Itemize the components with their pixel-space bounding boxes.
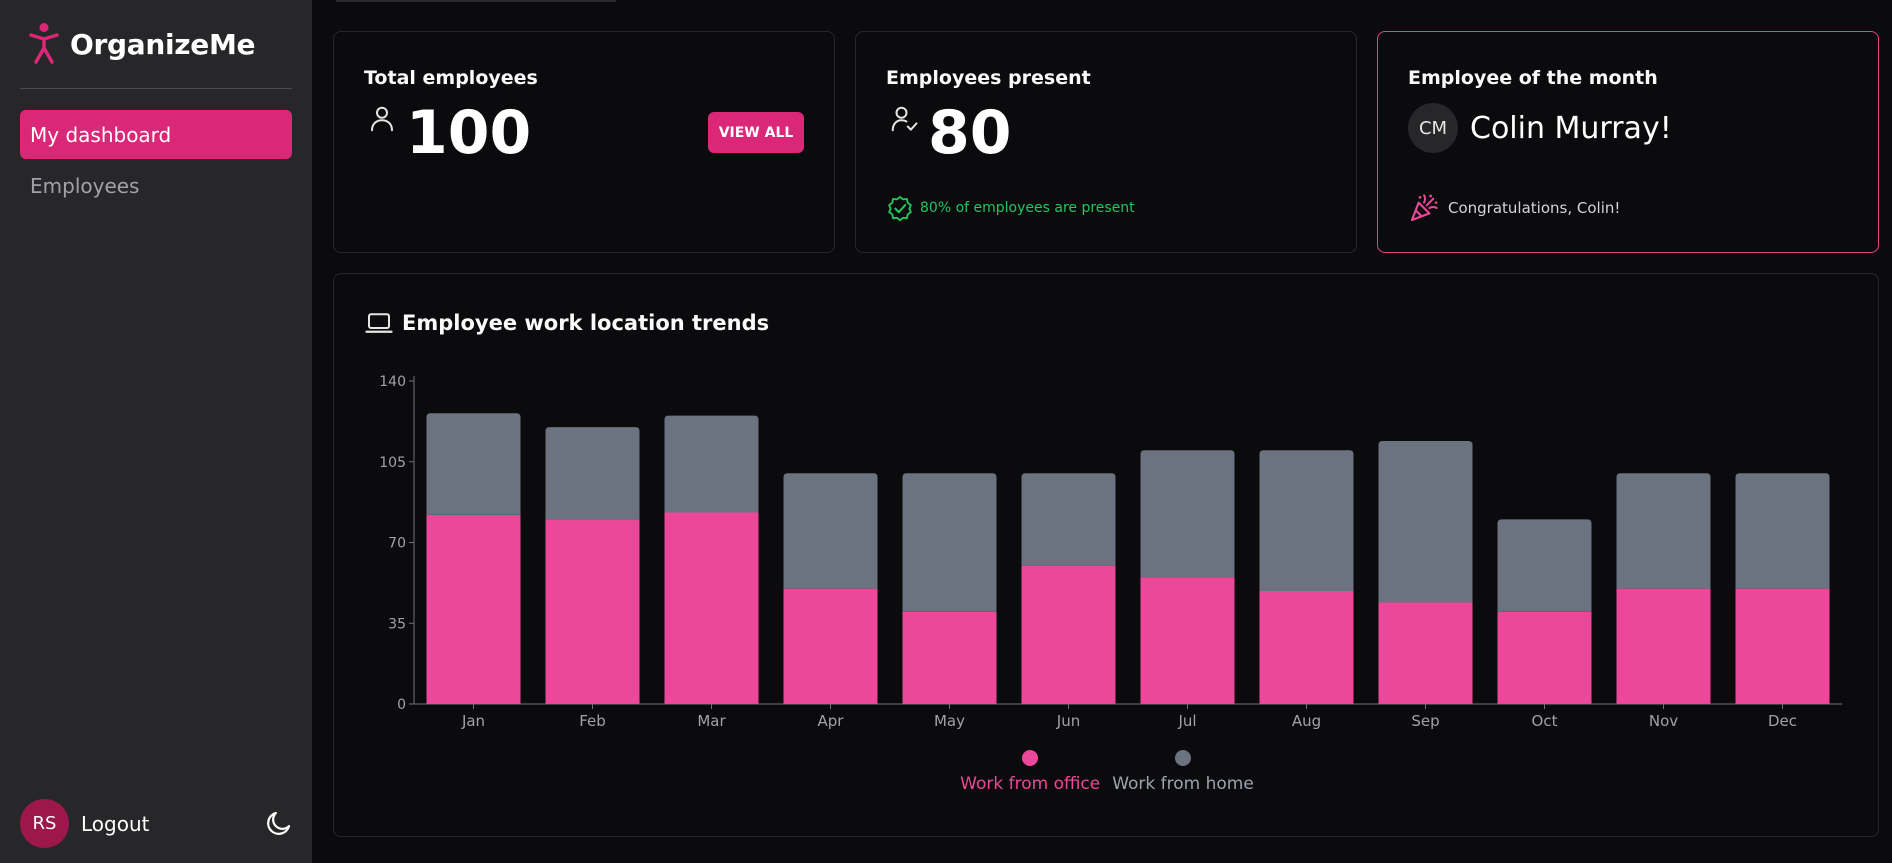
accessibility-logo-icon bbox=[29, 23, 59, 64]
bar-work-from-office-oct[interactable] bbox=[1497, 611, 1592, 704]
bar-work-from-home-feb[interactable] bbox=[545, 427, 640, 520]
bar-work-from-home-nov[interactable] bbox=[1616, 473, 1711, 589]
bar-work-from-home-mar[interactable] bbox=[664, 415, 759, 513]
bar-work-from-office-may[interactable] bbox=[902, 611, 997, 704]
legend-item-work-from-home[interactable]: Work from home bbox=[1112, 750, 1254, 794]
x-tick-label: Oct bbox=[1532, 712, 1558, 730]
sidebar-item-employees[interactable]: Employees bbox=[20, 161, 292, 210]
card-title: Total employees bbox=[364, 67, 538, 89]
congratulations-message: Congratulations, Colin! bbox=[1448, 199, 1621, 217]
total-employees-card: Total employees 100 VIEW ALL bbox=[333, 31, 835, 253]
bar-work-from-home-apr[interactable] bbox=[783, 473, 878, 589]
sidebar-divider bbox=[20, 88, 292, 89]
y-tick-label: 140 bbox=[379, 374, 406, 390]
work-location-chart-panel: Employee work location trends 0 35 70 105 14… bbox=[333, 273, 1879, 837]
brand[interactable]: OrganizeMe bbox=[28, 22, 256, 66]
bar-work-from-home-dec[interactable] bbox=[1735, 473, 1830, 589]
bar-work-from-home-jan[interactable] bbox=[426, 413, 521, 515]
x-tick-label: Jul bbox=[1177, 712, 1196, 730]
legend-item-work-from-office[interactable]: Work from office bbox=[960, 750, 1100, 794]
y-tick-label: 105 bbox=[379, 455, 406, 471]
view-all-button[interactable]: VIEW ALL bbox=[708, 112, 804, 153]
bar-work-from-office-sep[interactable] bbox=[1378, 602, 1473, 704]
congratulations-row: Congratulations, Colin! bbox=[1408, 192, 1620, 224]
legend-label: Work from home bbox=[1112, 774, 1254, 794]
card-title: Employee of the month bbox=[1408, 67, 1658, 89]
bar-work-from-office-mar[interactable] bbox=[664, 512, 759, 704]
card-title: Employees present bbox=[886, 67, 1091, 89]
x-tick-label: Nov bbox=[1649, 712, 1678, 730]
bar-work-from-home-jul[interactable] bbox=[1140, 450, 1235, 578]
bar-work-from-home-may[interactable] bbox=[902, 473, 997, 612]
bar-work-from-office-jun[interactable] bbox=[1021, 565, 1116, 704]
y-tick-label: 70 bbox=[388, 536, 406, 552]
bar-work-from-home-oct[interactable] bbox=[1497, 519, 1592, 612]
bar-work-from-office-apr[interactable] bbox=[783, 588, 878, 704]
user-row: RS Logout bbox=[20, 799, 149, 848]
legend-dot bbox=[1022, 750, 1039, 766]
x-tick-label: Mar bbox=[697, 712, 726, 730]
x-tick-label: Aug bbox=[1292, 712, 1321, 730]
x-tick-label: Sep bbox=[1411, 712, 1439, 730]
employee-of-month-name: Colin Murray! bbox=[1470, 110, 1672, 146]
user-check-icon bbox=[891, 106, 918, 132]
present-note: 80% of employees are present bbox=[920, 200, 1135, 216]
logout-button[interactable]: Logout bbox=[81, 812, 149, 836]
present-count: 80 bbox=[928, 98, 1012, 168]
employee-of-month-row: CM Colin Murray! bbox=[1408, 103, 1672, 153]
bar-work-from-home-sep[interactable] bbox=[1378, 440, 1473, 603]
x-tick-label: May bbox=[934, 712, 965, 730]
y-tick-label: 0 bbox=[397, 697, 406, 713]
top-divider bbox=[336, 0, 616, 2]
bar-work-from-office-aug[interactable] bbox=[1259, 590, 1354, 704]
x-tick-label: Dec bbox=[1768, 712, 1797, 730]
badge-check-icon bbox=[888, 195, 912, 222]
bar-work-from-home-aug[interactable] bbox=[1259, 450, 1354, 591]
sidebar-item-my-dashboard[interactable]: My dashboard bbox=[20, 110, 292, 159]
bar-work-from-home-jun[interactable] bbox=[1021, 473, 1116, 566]
chart-legend: Work from office Work from home bbox=[334, 750, 1880, 794]
sidebar: OrganizeMe My dashboard Employees RS Log… bbox=[0, 0, 312, 863]
employee-of-month-card: Employee of the month CM Colin Murray! C… bbox=[1377, 31, 1879, 253]
moon-icon[interactable] bbox=[264, 808, 294, 838]
x-tick-label: Feb bbox=[579, 712, 606, 730]
user-icon bbox=[371, 106, 393, 132]
bar-work-from-office-nov[interactable] bbox=[1616, 588, 1711, 704]
legend-label: Work from office bbox=[960, 774, 1101, 794]
present-status: 80% of employees are present bbox=[886, 194, 1135, 222]
app-name: OrganizeMe bbox=[70, 27, 256, 61]
bar-work-from-office-dec[interactable] bbox=[1735, 588, 1830, 704]
avatar: CM bbox=[1408, 103, 1458, 153]
total-count: 100 bbox=[406, 98, 532, 168]
y-tick-label: 35 bbox=[388, 616, 406, 632]
bar-work-from-office-jul[interactable] bbox=[1140, 577, 1235, 704]
employees-present-card: Employees present 80 80% of employees ar… bbox=[855, 31, 1357, 253]
x-tick-label: Jun bbox=[1056, 712, 1080, 730]
avatar[interactable]: RS bbox=[20, 799, 69, 848]
x-tick-label: Apr bbox=[818, 712, 845, 730]
bar-work-from-office-feb[interactable] bbox=[545, 519, 640, 704]
bar-work-from-office-jan[interactable] bbox=[426, 514, 521, 704]
x-tick-label: Jan bbox=[461, 712, 485, 730]
legend-dot bbox=[1175, 750, 1192, 766]
party-popper-icon bbox=[1410, 194, 1438, 222]
